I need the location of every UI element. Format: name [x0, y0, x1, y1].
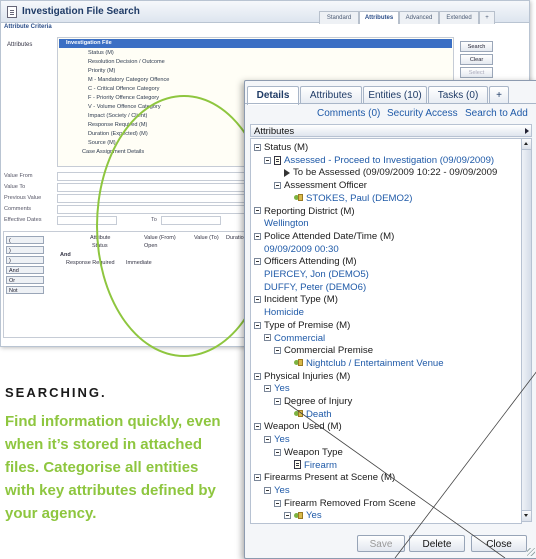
close-paren-button[interactable]: ): [6, 246, 44, 254]
effective-dates-label: Effective Dates: [4, 217, 42, 223]
value-from-label: Value From: [4, 173, 33, 179]
caption-heading: SEARCHING.: [5, 385, 107, 400]
attribute-criteria-header: Attribute Criteria: [4, 24, 52, 30]
document-icon: [7, 5, 17, 18]
open-paren-button[interactable]: (: [6, 236, 44, 244]
caption-body: Find information quickly, even when it’s…: [5, 413, 221, 522]
tree-item[interactable]: Resolution Decision / Outcome: [88, 59, 165, 65]
tab-standard[interactable]: Standard: [319, 11, 359, 24]
tree-item[interactable]: M - Mandatory Category Offence: [88, 77, 169, 83]
tree-item[interactable]: Source (M): [88, 140, 116, 146]
tab-extended[interactable]: Extended: [439, 11, 479, 24]
search-button[interactable]: Search: [460, 41, 493, 52]
close-paren-button-2[interactable]: ): [6, 256, 44, 264]
not-button[interactable]: Not: [6, 286, 44, 294]
or-button[interactable]: Or: [6, 276, 44, 284]
add-tab-button[interactable]: +: [479, 11, 495, 24]
tree-item[interactable]: C - Critical Offence Category: [88, 86, 159, 92]
cross-lines: [286, 371, 536, 558]
tree-item[interactable]: Priority (M): [88, 68, 115, 74]
clear-button[interactable]: Clear: [460, 54, 493, 65]
comments-label: Comments: [4, 206, 32, 212]
tree-item[interactable]: F - Priority Offence Category: [88, 95, 159, 101]
previous-value-label: Previous Value: [4, 195, 42, 201]
cross-line: [286, 402, 506, 558]
value-to-label: Value To: [4, 184, 26, 190]
and-button[interactable]: And: [6, 266, 44, 274]
tree-item[interactable]: Status (M): [88, 50, 114, 56]
attributes-label: Attributes: [7, 42, 33, 48]
select-button[interactable]: Select: [460, 67, 493, 78]
tab-advanced[interactable]: Advanced: [399, 11, 439, 24]
search-window-title: Investigation File Search: [22, 6, 140, 17]
tree-item-investigation-file[interactable]: Investigation File: [66, 40, 112, 46]
tab-attributes[interactable]: Attributes: [359, 11, 399, 24]
and-connector: And: [60, 252, 71, 258]
details-window: Details Attributes Entities (10) Tasks (…: [244, 80, 536, 559]
tree-selection-highlight: [59, 39, 452, 48]
